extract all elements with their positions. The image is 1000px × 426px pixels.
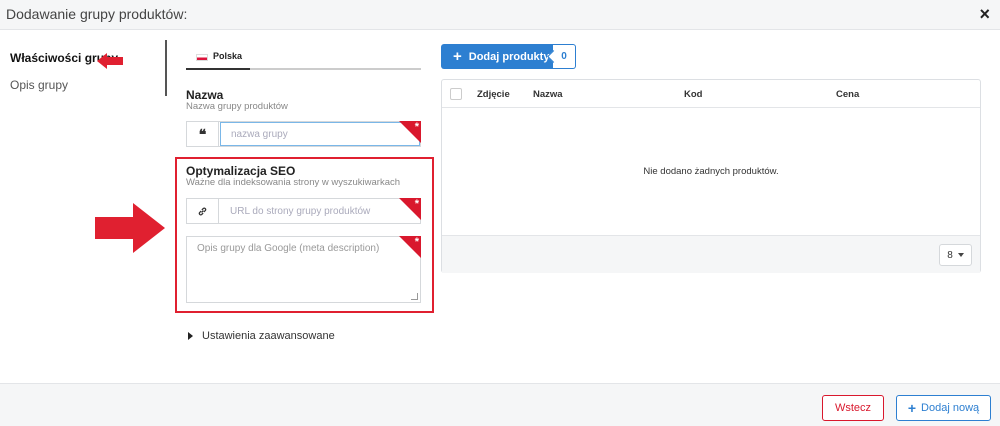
modal-title: Dodawanie grupy produktów:	[6, 6, 188, 22]
advanced-settings-toggle[interactable]: Ustawienia zaawansowane	[188, 330, 335, 342]
seo-url-input[interactable]	[220, 199, 420, 223]
link-icon-svg	[198, 207, 207, 215]
meta-description-textarea[interactable]	[187, 237, 420, 302]
empty-table-message: Nie dodano żadnych produktów.	[643, 166, 779, 177]
per-page-value: 8	[947, 249, 953, 261]
modal-header: Dodawanie grupy produktów: ×	[0, 0, 1000, 30]
products-count-badge: 0	[553, 44, 576, 69]
tab-polska[interactable]: Polska	[186, 44, 250, 70]
url-input-group: *	[186, 198, 421, 224]
table-header: Zdjęcie Nazwa Kod Cena	[442, 80, 980, 108]
column-header-name[interactable]: Nazwa	[533, 89, 563, 100]
nav-item-group-description[interactable]: Opis grupy	[10, 78, 68, 92]
annotation-arrow-small	[97, 53, 123, 69]
back-button[interactable]: Wstecz	[822, 395, 884, 421]
products-table: Zdjęcie Nazwa Kod Cena Nie dodano żadnyc…	[441, 79, 981, 273]
add-new-label: Dodaj nową	[921, 402, 980, 414]
column-header-photo[interactable]: Zdjęcie	[477, 89, 510, 100]
modal-footer: Wstecz + Dodaj nową	[0, 383, 1000, 426]
tab-label: Polska	[213, 51, 243, 61]
quote-icon: ❝	[187, 122, 219, 146]
name-hint: Nazwa grupy produktów	[186, 101, 288, 112]
close-icon[interactable]: ×	[979, 4, 990, 24]
link-icon	[187, 199, 219, 223]
add-products-button[interactable]: + Dodaj produkty 0	[441, 44, 576, 69]
name-label: Nazwa	[186, 88, 224, 102]
add-new-button[interactable]: + Dodaj nową	[896, 395, 991, 421]
per-page-select[interactable]: 8	[939, 244, 972, 266]
chevron-down-icon	[957, 253, 964, 257]
required-star: *	[414, 198, 419, 210]
add-products-label: Dodaj produkty	[468, 50, 550, 63]
plus-icon: +	[907, 400, 917, 416]
poland-flag-icon	[196, 54, 208, 61]
caret-right-icon	[188, 332, 193, 340]
side-nav: Właściwości grupy Opis grupy	[0, 40, 167, 96]
add-products-main: + Dodaj produkty	[441, 44, 553, 69]
language-tabs: Polska	[186, 44, 421, 70]
required-star: *	[414, 121, 419, 133]
required-star: *	[414, 236, 419, 248]
group-name-input[interactable]	[220, 122, 420, 146]
plus-icon: +	[453, 48, 462, 65]
meta-description-wrap: *	[186, 236, 421, 303]
seo-hint: Ważne dla indeksowania strony w wyszukiw…	[186, 177, 401, 188]
name-input-group: ❝ *	[186, 121, 421, 147]
annotation-arrow-large	[95, 203, 165, 253]
resize-handle-icon[interactable]	[411, 293, 418, 300]
table-footer: 8	[442, 235, 980, 273]
advanced-settings-label: Ustawienia zaawansowane	[202, 330, 335, 342]
column-header-price[interactable]: Cena	[836, 89, 859, 100]
column-header-code[interactable]: Kod	[684, 89, 702, 100]
select-all-checkbox[interactable]	[450, 88, 462, 100]
seo-title: Optymalizacja SEO	[186, 164, 296, 178]
